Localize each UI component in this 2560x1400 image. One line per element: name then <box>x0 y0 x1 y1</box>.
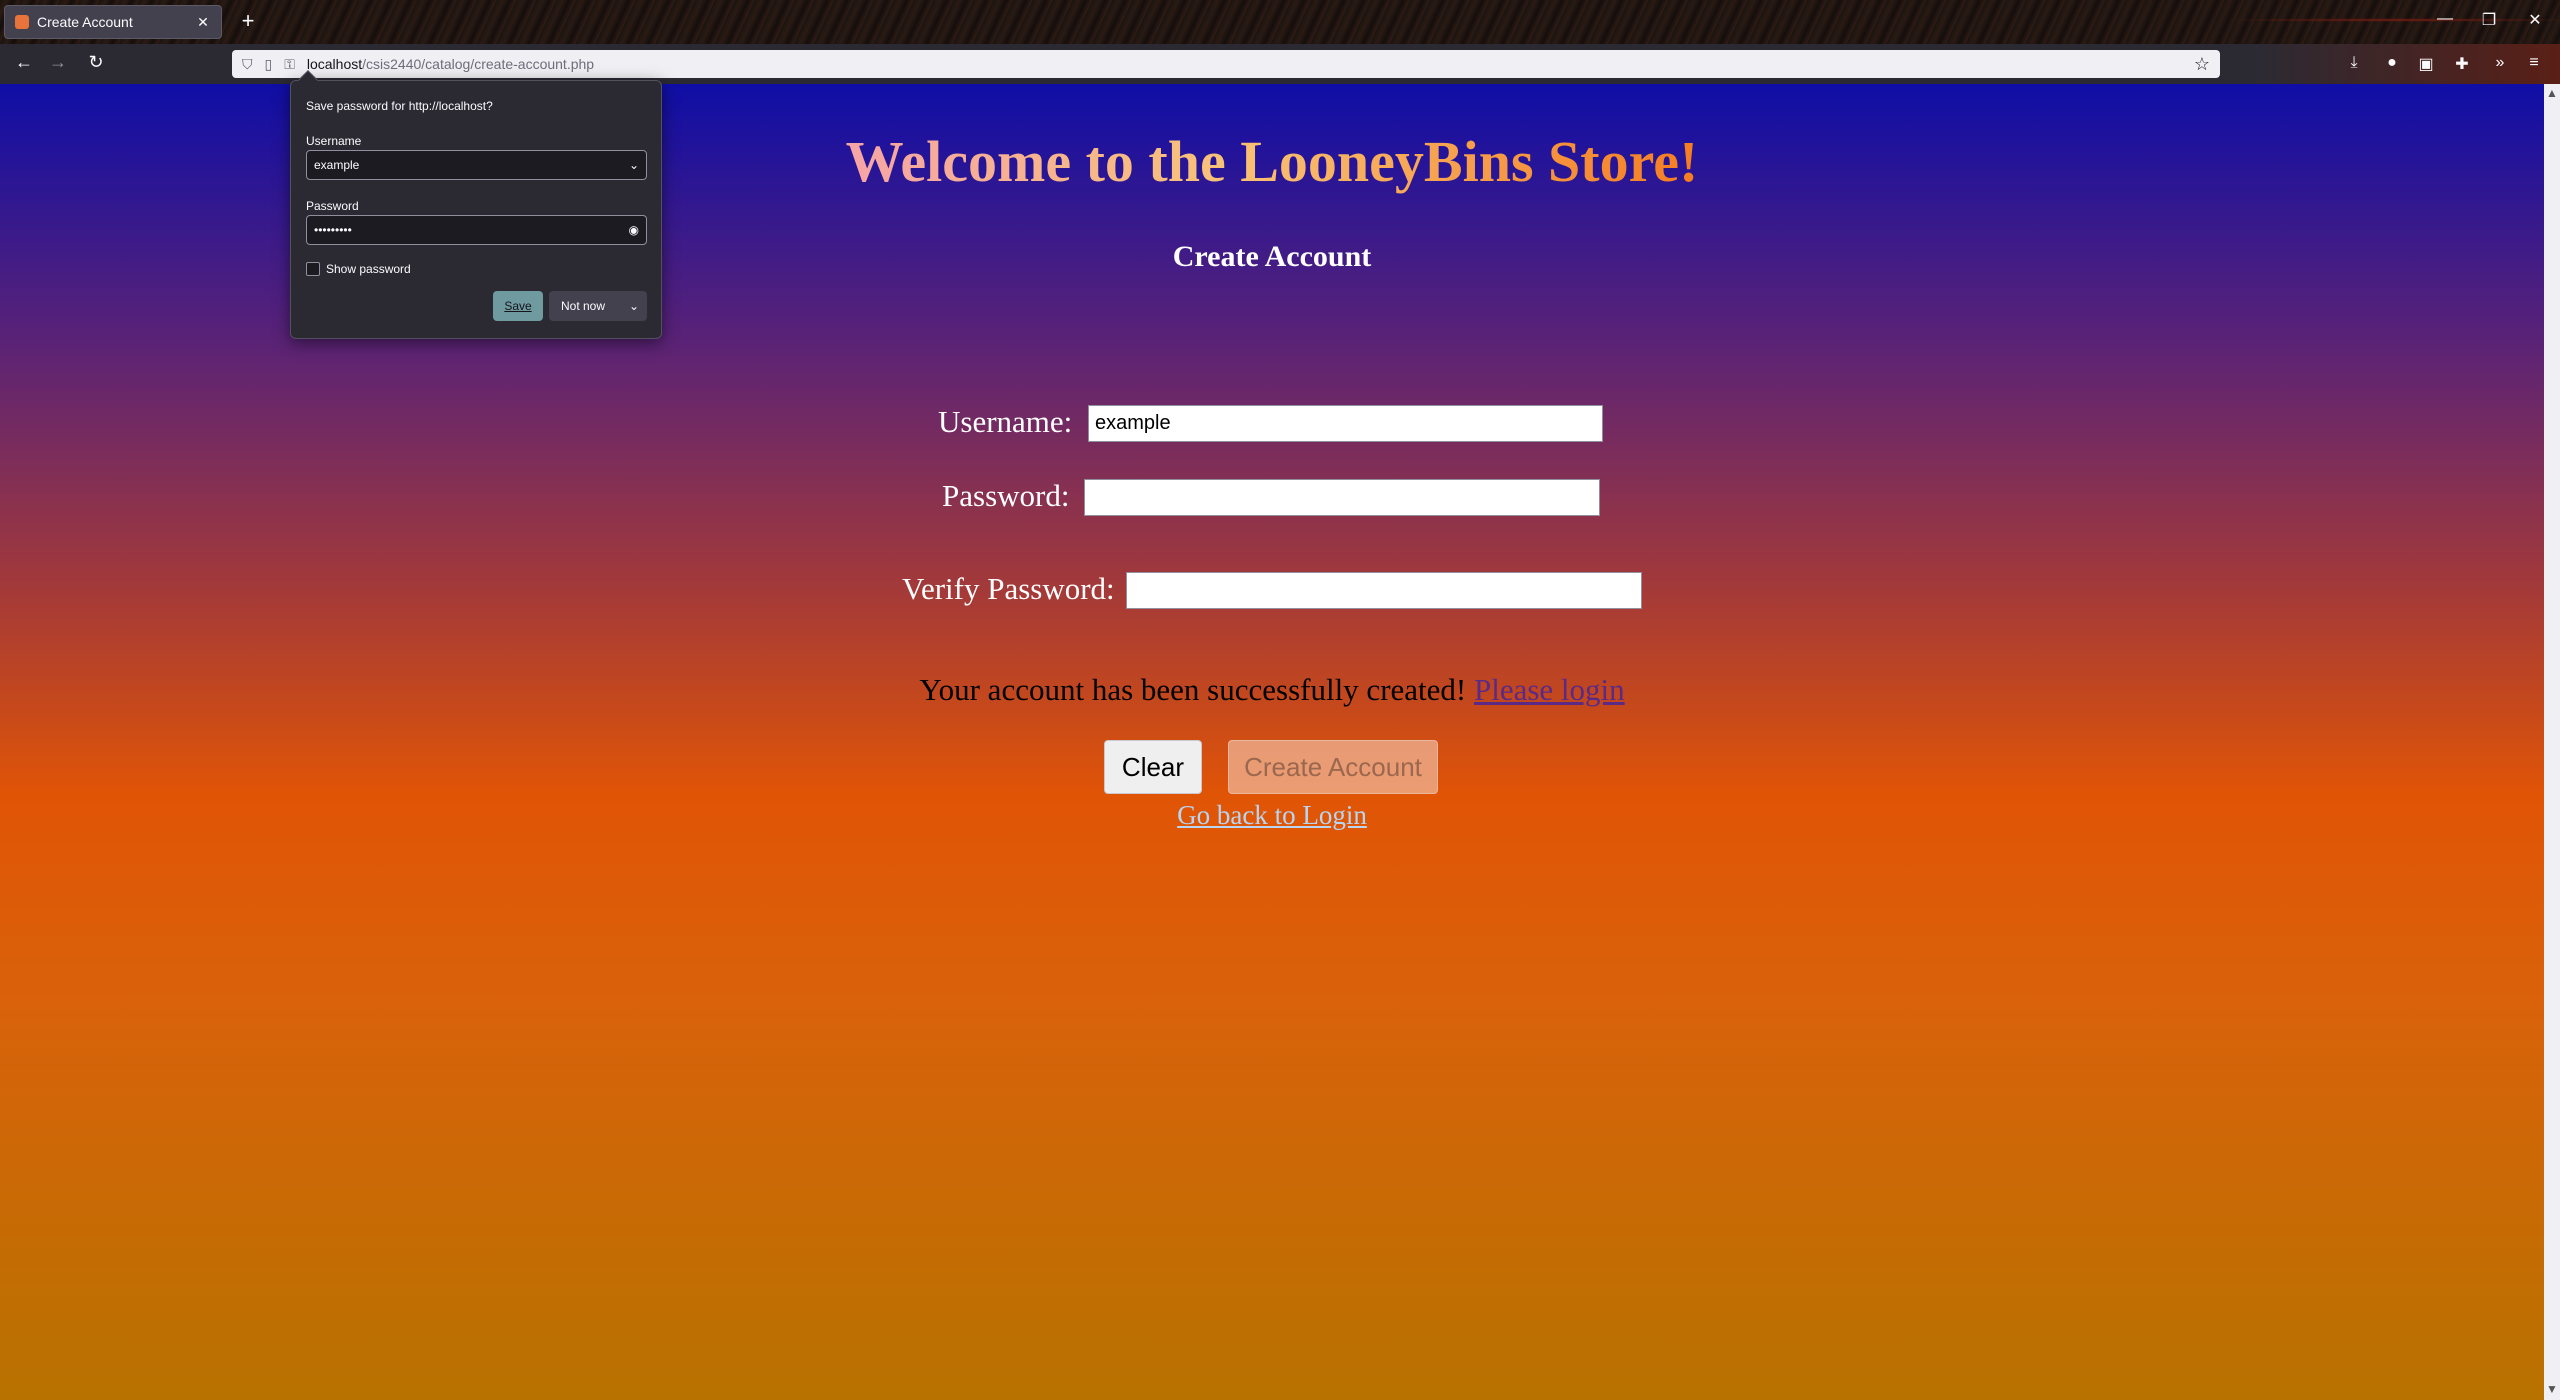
scrollbar[interactable]: ▲ ▼ <box>2544 84 2560 1400</box>
key-icon[interactable]: ⚿ <box>284 56 295 73</box>
menu-icon[interactable]: ≡ <box>2522 54 2546 72</box>
chevron-down-icon[interactable]: ⌄ <box>629 158 639 172</box>
chevron-down-icon[interactable]: ⌄ <box>629 299 639 313</box>
please-login-link[interactable]: Please login <box>1474 672 1625 707</box>
url-host: localhost <box>306 56 363 72</box>
username-label: Username: <box>938 404 1073 439</box>
back-arrow-icon[interactable]: ← <box>10 52 38 73</box>
popup-username-value: example <box>314 158 360 172</box>
forward-arrow-icon[interactable]: → <box>44 52 72 73</box>
overflow-chevron-icon[interactable]: » <box>2488 54 2512 72</box>
popup-username-field[interactable]: example ⌄ <box>306 150 647 180</box>
new-tab-button[interactable]: + <box>236 9 260 33</box>
clear-button[interactable]: Clear <box>1104 740 1202 794</box>
show-password-label: Show password <box>326 262 411 276</box>
window-close-icon[interactable]: ✕ <box>2520 10 2550 30</box>
back-to-login-link[interactable]: Go back to Login <box>0 800 2544 831</box>
download-icon[interactable]: ⤓ <box>2342 54 2366 72</box>
minimize-icon[interactable]: — <box>2430 10 2460 28</box>
tab-title: Create Account <box>37 14 133 30</box>
extensions-icon[interactable]: ✚ <box>2450 54 2474 74</box>
popup-username-label: Username <box>306 134 362 148</box>
url-path: /csis2440/catalog/create-account.php <box>362 56 595 72</box>
success-message-text: Your account has been successfully creat… <box>919 672 1467 707</box>
popup-password-label: Password <box>306 199 359 213</box>
site-favicon-icon <box>15 15 29 29</box>
welcome-heading: Welcome to the LooneyBins Store! <box>845 129 1699 194</box>
password-input[interactable] <box>1084 479 1600 516</box>
eye-icon[interactable]: ◉ <box>629 223 639 237</box>
username-input[interactable] <box>1088 405 1603 442</box>
address-bar[interactable]: ⛉ ▯ ⚿ localhost /csis2440/catalog/create… <box>232 50 2220 78</box>
scroll-down-icon[interactable]: ▼ <box>2544 1382 2560 1396</box>
bookmark-star-icon[interactable]: ☆ <box>2194 54 2210 75</box>
restore-icon[interactable]: ❐ <box>2474 10 2504 30</box>
tab-bar: Create Account ✕ + — ❐ ✕ <box>0 0 2560 44</box>
verify-password-label: Verify Password: <box>902 571 1115 606</box>
save-password-popup: Save password for http://localhost? User… <box>290 70 662 339</box>
tab-create-account[interactable]: Create Account ✕ <box>4 5 222 39</box>
show-password-checkbox-row[interactable]: Show password <box>306 262 411 276</box>
verify-password-input[interactable] <box>1126 572 1642 609</box>
not-now-button[interactable]: Not now ⌄ <box>549 291 647 321</box>
close-icon[interactable]: ✕ <box>195 14 211 31</box>
popup-title: Save password for http://localhost? <box>306 99 493 113</box>
nav-bar: ← → ↻ ⛉ ▯ ⚿ localhost /csis2440/catalog/… <box>0 44 2560 84</box>
success-message: Your account has been successfully creat… <box>0 672 2544 708</box>
page-icon[interactable]: ▯ <box>265 56 273 73</box>
scroll-up-icon[interactable]: ▲ <box>2544 86 2560 100</box>
password-label: Password: <box>942 478 1070 513</box>
save-button[interactable]: Save <box>493 291 543 321</box>
shield-icon[interactable]: ⛉ <box>242 56 253 73</box>
reload-icon[interactable]: ↻ <box>82 52 110 73</box>
popup-password-value: ••••••••• <box>314 223 352 237</box>
show-password-checkbox[interactable] <box>306 262 320 276</box>
account-icon[interactable]: ● <box>2380 54 2404 72</box>
create-account-button[interactable]: Create Account <box>1228 740 1438 794</box>
popup-password-field[interactable]: ••••••••• ◉ <box>306 215 647 245</box>
not-now-label: Not now <box>561 299 606 313</box>
extension-badge-icon[interactable]: ▣ <box>2414 54 2438 74</box>
